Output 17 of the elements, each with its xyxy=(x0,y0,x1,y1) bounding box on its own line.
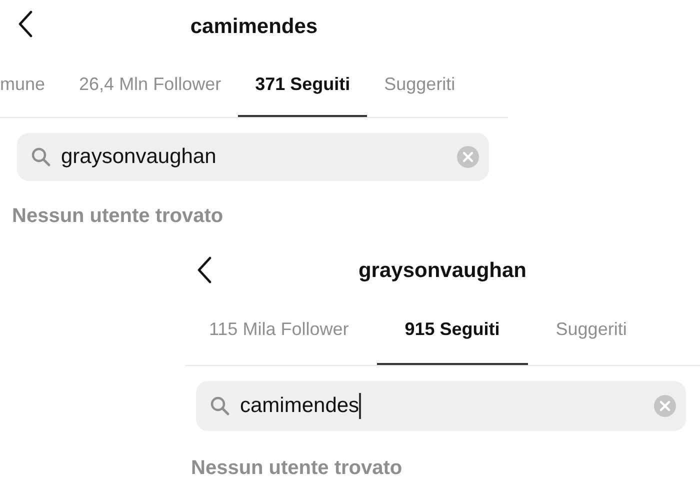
search-field[interactable]: camimendes xyxy=(196,381,686,431)
tab[interactable]: 915 Seguiti xyxy=(376,296,528,365)
tab[interactable]: Suggeriti xyxy=(528,296,655,365)
search-icon xyxy=(31,147,51,167)
tab[interactable]: mune xyxy=(0,54,62,117)
back-icon[interactable] xyxy=(17,10,33,38)
tab[interactable]: 115 Mila Follower xyxy=(181,296,377,365)
tab[interactable]: Suggeriti xyxy=(367,54,472,117)
empty-results-message: Nessun utente trovato xyxy=(12,205,224,228)
tab[interactable]: 26,4 Mln Follower xyxy=(62,54,238,117)
empty-results-message: Nessun utente trovato xyxy=(191,457,404,480)
search-icon xyxy=(210,396,230,416)
back-icon[interactable] xyxy=(196,256,212,284)
search-field[interactable]: graysonvaughan xyxy=(17,133,489,181)
tab[interactable]: 371 Seguiti xyxy=(238,54,368,117)
profile-username: graysonvaughan xyxy=(358,259,527,283)
profile-username: camimendes xyxy=(190,15,318,39)
